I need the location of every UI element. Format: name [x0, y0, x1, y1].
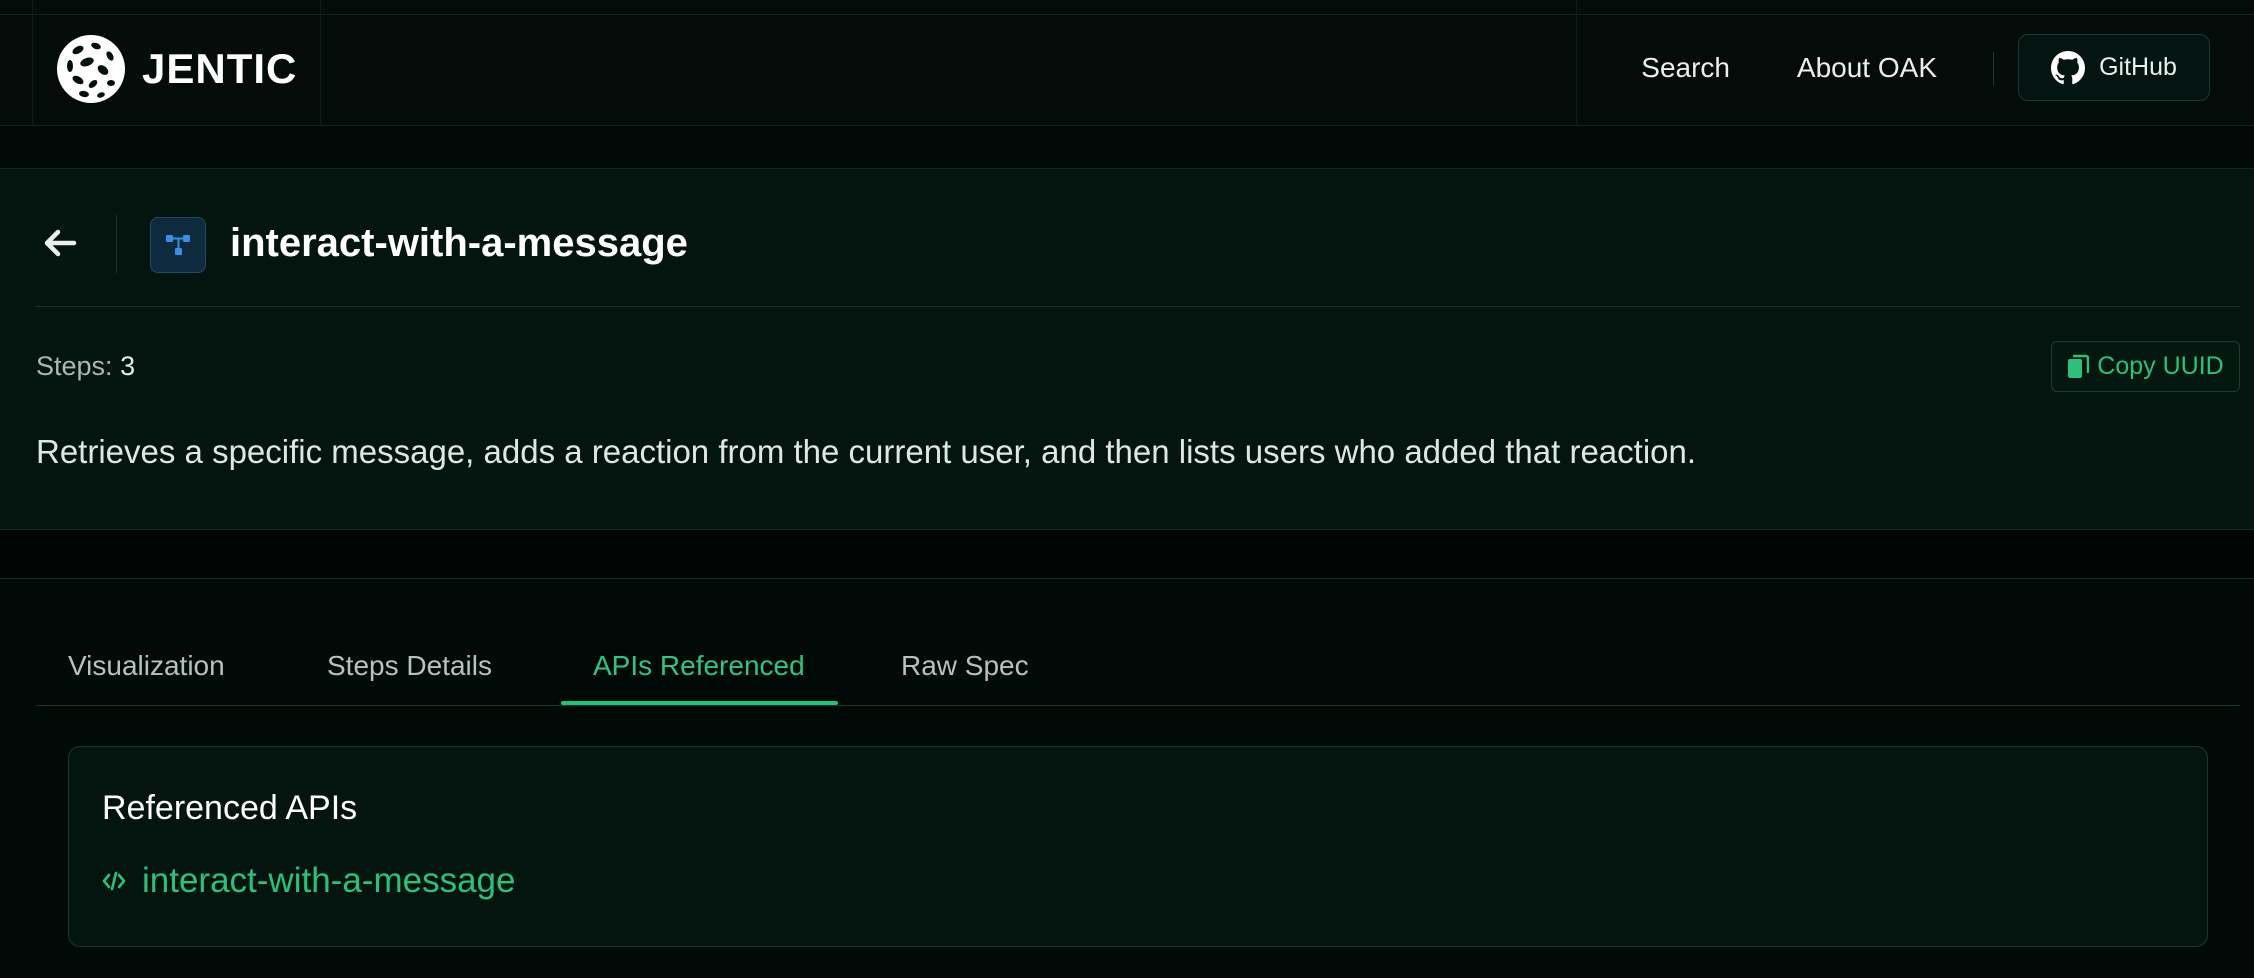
panel-separator: [36, 306, 2240, 307]
decor-gridline: [32, 0, 33, 126]
active-tab-indicator: [561, 701, 838, 705]
title-divider: [116, 215, 117, 273]
workflow-icon: [150, 217, 206, 273]
code-icon: [102, 871, 126, 891]
steps-count: Steps: 3: [36, 351, 135, 382]
copy-uuid-label: Copy UUID: [2097, 352, 2224, 380]
section-band: [0, 530, 2254, 579]
workflow-title: interact-with-a-message: [230, 221, 688, 265]
copy-uuid-button[interactable]: Copy UUID: [2051, 341, 2240, 392]
steps-label: Steps:: [36, 351, 113, 381]
copy-icon: [2068, 354, 2090, 378]
workflow-header-panel: interact-with-a-message Steps: 3 Copy UU…: [0, 168, 2254, 530]
steps-value: 3: [120, 351, 136, 381]
github-button[interactable]: GitHub: [2018, 34, 2210, 101]
page: JENTIC Search About OAK GitHub interact-…: [0, 0, 2254, 978]
tab-raw-spec[interactable]: Raw Spec: [901, 650, 1029, 682]
brand[interactable]: JENTIC: [56, 34, 297, 104]
nav-about-link[interactable]: About OAK: [1797, 52, 1937, 84]
github-label: GitHub: [2099, 53, 2177, 81]
jentic-logo-icon: [57, 35, 125, 103]
referenced-apis-title: Referenced APIs: [102, 789, 358, 827]
nav-search-link[interactable]: Search: [1641, 52, 1730, 84]
referenced-apis-card: Referenced APIs interact-with-a-message: [68, 746, 2208, 947]
nav-divider: [1993, 52, 1994, 86]
decor-gridline: [320, 0, 321, 126]
brand-name: JENTIC: [142, 45, 298, 92]
tab-apis-referenced[interactable]: APIs Referenced: [593, 650, 805, 682]
decor-gridline: [0, 125, 2254, 126]
content-tabs: Visualization Steps Details APIs Referen…: [36, 640, 2240, 706]
tab-steps-details[interactable]: Steps Details: [327, 650, 492, 682]
workflow-description: Retrieves a specific message, adds a rea…: [36, 433, 1697, 470]
github-icon: [2051, 50, 2086, 84]
tab-visualization[interactable]: Visualization: [68, 650, 225, 682]
workflow-graph-icon: [166, 235, 190, 255]
decor-gridline: [1576, 0, 1577, 126]
decor-gridline: [0, 14, 2254, 15]
top-nav: JENTIC Search About OAK GitHub: [0, 0, 2254, 126]
api-link[interactable]: interact-with-a-message: [102, 861, 515, 901]
arrow-left-icon[interactable]: [40, 223, 80, 263]
api-link-label: interact-with-a-message: [142, 861, 516, 900]
